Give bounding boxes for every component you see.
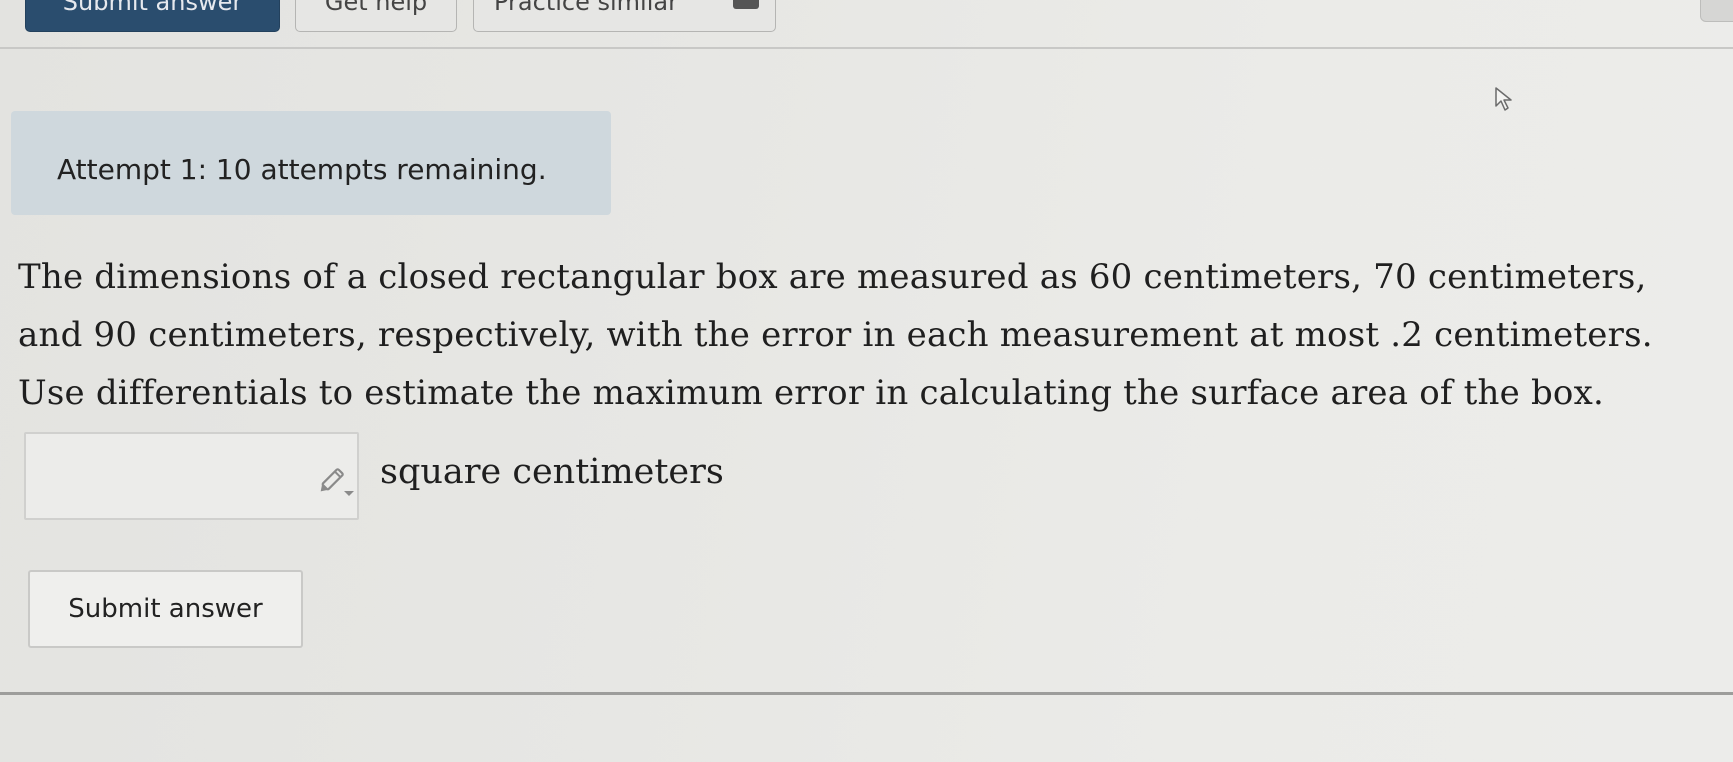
attempts-remaining-text: Attempt 1: 10 attempts remaining. xyxy=(57,153,547,186)
question-text: The dimensions of a closed rectangular b… xyxy=(18,257,1653,413)
top-toolbar: Submit answer Get help Practice similar xyxy=(0,0,1733,50)
answer-input[interactable] xyxy=(36,452,290,502)
practice-similar-button[interactable]: Practice similar xyxy=(473,0,776,32)
divider xyxy=(0,47,1733,49)
attempts-remaining-banner: Attempt 1: 10 attempts remaining. xyxy=(11,111,611,215)
submit-answer-button[interactable]: Submit answer xyxy=(28,570,303,648)
get-help-button[interactable]: Get help xyxy=(295,0,457,32)
answer-unit-label: square centimeters xyxy=(380,452,724,492)
toolbar-menu-button[interactable] xyxy=(1700,0,1733,22)
dropdown-icon xyxy=(733,0,759,9)
toolbar-submit-button[interactable]: Submit answer xyxy=(25,0,280,32)
pencil-icon[interactable] xyxy=(316,464,356,500)
mouse-cursor-icon xyxy=(1495,87,1512,111)
answer-field[interactable] xyxy=(24,432,359,520)
practice-similar-label: Practice similar xyxy=(494,0,678,16)
divider xyxy=(0,692,1733,695)
